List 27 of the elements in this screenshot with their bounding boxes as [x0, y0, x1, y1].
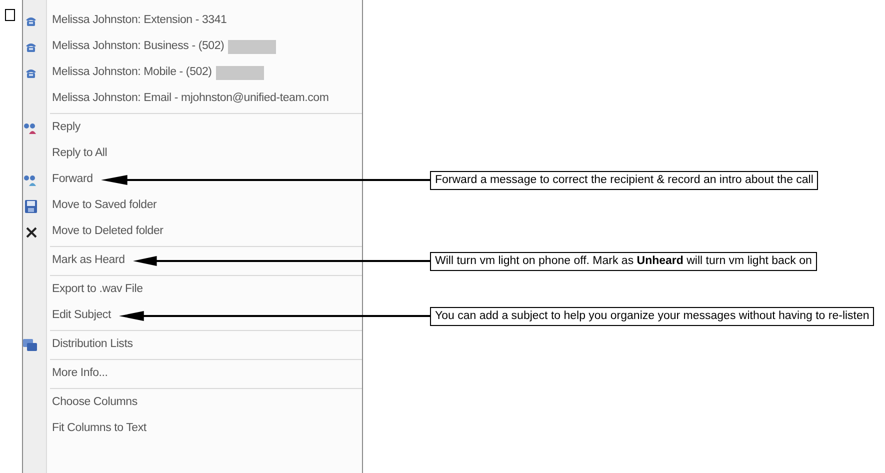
menu-item[interactable]: Melissa Johnston: Mobile - (502) [0, 60, 885, 86]
menu-item[interactable]: Edit Subject You can add a subject to help you organize your messages without having to re-listen [0, 303, 885, 329]
menu-item[interactable]: Melissa Johnston: Email - mjohnston@unified-team.com [0, 86, 885, 112]
menu-item[interactable]: Reply to All [0, 141, 885, 167]
people-icon [23, 122, 37, 134]
phone-icon [25, 68, 37, 78]
menu-item[interactable]: Fit Columns to Text [0, 416, 885, 442]
menu-item[interactable]: Move to Saved folder [0, 193, 885, 219]
phone-icon [25, 42, 37, 52]
cards-icon [23, 339, 37, 351]
menu-item[interactable]: Choose Columns [0, 390, 885, 416]
menu-item[interactable]: Reply [0, 115, 885, 141]
menu-item[interactable]: Move to Deleted folder [0, 219, 885, 245]
menu-item[interactable]: Mark as Heard Will turn vm light on phone off. Mark as Unheard will turn vm light back on [0, 248, 885, 274]
menu-item[interactable]: Melissa Johnston: Business - (502) [0, 34, 885, 60]
menu-item[interactable]: Melissa Johnston: Extension - 3341 [0, 8, 885, 34]
square-outline [5, 9, 15, 21]
close-icon [26, 226, 37, 238]
menu-item[interactable]: Export to .wav File [0, 277, 885, 303]
people-icon [23, 174, 37, 186]
menu-item[interactable]: More Info... [0, 361, 885, 387]
callout-box: Forward a message to correct the recipient & record an intro about the call [430, 170, 818, 190]
callout-box: Will turn vm light on phone off. Mark as Unheard will turn vm light back on [430, 252, 817, 270]
phone-icon [25, 16, 37, 26]
callout-box: You can add a subject to help you organize your messages without having to re-listen [430, 306, 874, 326]
menu-item[interactable]: Forward Forward a message to correct the recipient & record an intro about the call [0, 167, 885, 193]
menu-item[interactable]: Distribution Lists [0, 332, 885, 358]
